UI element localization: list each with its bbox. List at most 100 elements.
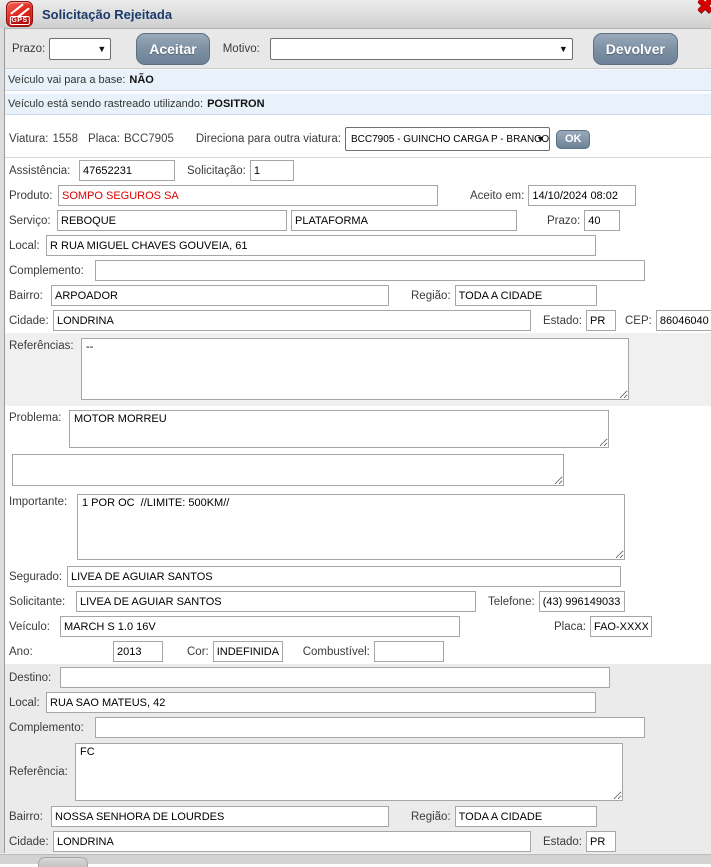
aceito-em-input[interactable] [528, 185, 636, 206]
estado-input[interactable] [586, 310, 616, 331]
destino-cidade-label: Cidade: [9, 836, 49, 848]
combustivel-input[interactable] [374, 641, 444, 662]
status-base-label: Veículo vai para a base: [8, 74, 125, 86]
destino-complemento-label: Complemento: [9, 722, 91, 734]
referencias-label: Referências: [9, 338, 77, 352]
clipped-bottom-button[interactable] [38, 857, 88, 867]
page-title: Solicitação Rejeitada [42, 7, 172, 22]
solicitante-label: Solicitante: [9, 596, 72, 608]
viatura-value: 1558 [52, 133, 78, 145]
aceitar-button[interactable]: Aceitar [136, 33, 209, 65]
regiao-input[interactable] [455, 285, 597, 306]
motivo-select[interactable]: ▼ [270, 38, 573, 60]
chevron-down-icon: ▼ [97, 44, 106, 54]
cep-label: CEP: [625, 315, 652, 327]
estado-label: Estado: [543, 315, 582, 327]
complemento-input[interactable] [95, 260, 645, 281]
destino-bairro-label: Bairro: [9, 811, 47, 823]
cor-input[interactable] [213, 641, 283, 662]
prazo-input[interactable] [584, 210, 620, 231]
servico-label: Serviço: [9, 215, 53, 227]
placa-input[interactable] [590, 616, 652, 637]
destino-referencia-label: Referência: [9, 766, 71, 778]
placa-viatura-value: BCC7905 [124, 133, 174, 145]
direciona-viatura-select[interactable]: BCC7905 - GUINCHO CARGA P - BRANCO - 155… [345, 127, 550, 151]
origin-section: Assistência: Solicitação: Produto: Aceit… [0, 158, 711, 664]
destino-estado-label: Estado: [543, 836, 582, 848]
destino-local-label: Local: [9, 697, 42, 709]
window-left-border [0, 28, 5, 853]
direciona-label: Direciona para outra viatura: [196, 133, 341, 145]
destino-estado-input[interactable] [586, 831, 616, 852]
combustivel-label: Combustível: [303, 646, 370, 658]
destino-bairro-input[interactable] [51, 806, 389, 827]
chevron-down-icon: ▼ [559, 44, 568, 54]
destino-complemento-input[interactable] [95, 717, 645, 738]
motivo-label: Motivo: [223, 43, 260, 55]
destino-label: Destino: [9, 672, 56, 684]
status-rastreio-label: Veículo está sendo rastreado utilizando: [8, 98, 203, 110]
problema-extra-textarea[interactable] [12, 454, 564, 486]
telefone-input[interactable] [539, 591, 625, 612]
cidade-label: Cidade: [9, 315, 49, 327]
toolbar: Prazo: ▼ Aceitar Motivo: ▼ Devolver [0, 29, 711, 69]
cor-label: Cor: [187, 646, 209, 658]
servico-input[interactable] [57, 210, 287, 231]
problema-label: Problema: [9, 410, 65, 424]
prazo-toolbar-label: Prazo: [12, 43, 45, 55]
status-bar-rastreio: Veículo está sendo rastreado utilizando:… [0, 93, 711, 115]
viatura-row: Viatura: 1558 Placa: BCC7905 Direciona p… [0, 121, 711, 158]
referencias-textarea[interactable]: -- [81, 338, 629, 400]
destino-referencia-textarea[interactable]: FC [75, 743, 623, 801]
local-input[interactable] [46, 235, 596, 256]
destino-input[interactable] [60, 667, 610, 688]
aceito-em-label: Aceito em: [470, 190, 524, 202]
placa-viatura-label: Placa: [88, 133, 120, 145]
produto-label: Produto: [9, 190, 54, 202]
bairro-label: Bairro: [9, 290, 47, 302]
assistencia-label: Assistência: [9, 165, 75, 177]
complemento-label: Complemento: [9, 265, 91, 277]
destino-regiao-input[interactable] [455, 806, 597, 827]
gps-icon: GPS [6, 1, 33, 27]
referencias-band: Referências: -- [0, 333, 711, 406]
telefone-label: Telefone: [488, 596, 535, 608]
segurado-label: Segurado: [9, 571, 63, 583]
problema-textarea[interactable]: MOTOR MORREU [69, 410, 609, 448]
destino-regiao-label: Região: [411, 811, 451, 823]
servico-tipo-input[interactable] [291, 210, 517, 231]
chevron-down-icon: ▼ [536, 134, 545, 144]
status-base-value: NÃO [129, 74, 153, 86]
status-bar-base: Veículo vai para a base: NÃO [0, 69, 711, 91]
devolver-button[interactable]: Devolver [593, 33, 678, 65]
prazo-label: Prazo: [547, 215, 580, 227]
cep-input[interactable] [656, 310, 711, 331]
bairro-input[interactable] [51, 285, 389, 306]
veiculo-input[interactable] [60, 616, 460, 637]
bottom-strip [0, 854, 711, 864]
regiao-label: Região: [411, 290, 451, 302]
titlebar: GPS Solicitação Rejeitada ✖ [0, 0, 711, 29]
segurado-input[interactable] [67, 566, 621, 587]
solicitacao-label: Solicitação: [187, 165, 246, 177]
solicitacao-input[interactable] [250, 160, 294, 181]
status-rastreio-value: POSITRON [207, 98, 264, 110]
importante-textarea[interactable]: 1 POR OC //LIMITE: 500KM// [77, 494, 625, 560]
prazo-select[interactable]: ▼ [49, 38, 111, 60]
destination-section: Destino: Local: Complemento: Referência:… [0, 664, 711, 864]
assistencia-input[interactable] [79, 160, 175, 181]
ok-button[interactable]: OK [556, 130, 591, 149]
veiculo-label: Veículo: [9, 621, 56, 633]
destino-local-input[interactable] [46, 692, 596, 713]
placa-label: Placa: [554, 621, 586, 633]
solicitante-input[interactable] [76, 591, 476, 612]
close-icon[interactable]: ✖ [696, 0, 711, 18]
destino-cidade-input[interactable] [53, 831, 531, 852]
cidade-input[interactable] [53, 310, 531, 331]
ano-input[interactable] [113, 641, 163, 662]
local-label: Local: [9, 240, 42, 252]
produto-input[interactable] [58, 185, 438, 206]
viatura-label: Viatura: [9, 133, 48, 145]
importante-label: Importante: [9, 494, 73, 508]
ano-label: Ano: [9, 646, 109, 658]
